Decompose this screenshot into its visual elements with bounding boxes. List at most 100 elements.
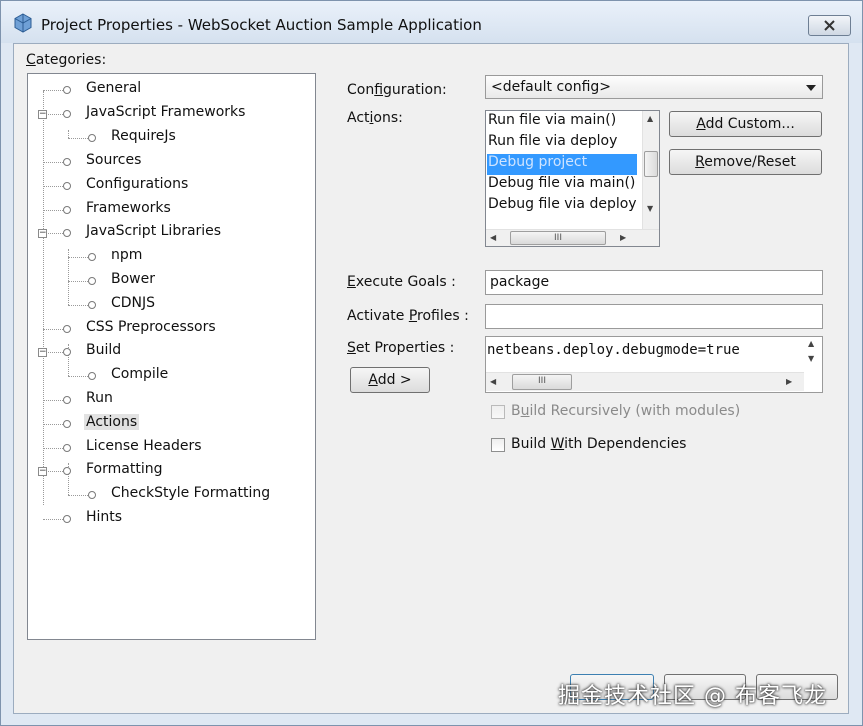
tree-item-actions[interactable]: Actions bbox=[28, 414, 315, 436]
tree-item-label: RequireJs bbox=[111, 128, 176, 144]
tree-connector bbox=[43, 90, 63, 91]
tree-connector bbox=[43, 329, 63, 330]
tree-item-general[interactable]: General bbox=[28, 80, 315, 102]
tree-item-npm[interactable]: npm bbox=[28, 247, 315, 269]
list-item[interactable]: Debug file via deploy bbox=[487, 196, 637, 217]
build-recursively-checkbox[interactable] bbox=[491, 405, 505, 419]
scroll-left-icon[interactable]: ◀ bbox=[490, 377, 496, 386]
tree-node-icon bbox=[63, 86, 71, 94]
activate-profiles-label: Activate Profiles : bbox=[347, 308, 469, 324]
tree-connector bbox=[68, 376, 88, 377]
tree-item-frameworks[interactable]: Frameworks bbox=[28, 200, 315, 222]
list-item[interactable]: Run file via main() bbox=[487, 112, 637, 133]
actions-label: Actions: bbox=[347, 110, 403, 126]
actions-list[interactable]: Run file via main() Run file via deploy … bbox=[485, 110, 660, 247]
tree-connector bbox=[48, 352, 63, 353]
tree-connector bbox=[48, 233, 63, 234]
tree-node-icon bbox=[63, 396, 71, 404]
scroll-up-icon[interactable]: ▲ bbox=[647, 114, 653, 123]
tree-connector bbox=[43, 519, 63, 520]
tree-connector bbox=[43, 162, 63, 163]
tree-item-label: Sources bbox=[86, 152, 142, 168]
tree-item-label: Frameworks bbox=[86, 200, 171, 216]
tree-item-run[interactable]: Run bbox=[28, 390, 315, 412]
horizontal-scrollbar[interactable]: ◀ III ▶ bbox=[486, 229, 659, 246]
tree-item-cdnjs[interactable]: CDNJS bbox=[28, 295, 315, 317]
tree-item-compile[interactable]: Compile bbox=[28, 366, 315, 388]
tree-item-label: CSS Preprocessors bbox=[86, 319, 216, 335]
scrollbar-thumb[interactable] bbox=[644, 151, 658, 177]
tree-item-build[interactable]: − Build bbox=[28, 342, 315, 364]
scroll-left-icon[interactable]: ◀ bbox=[490, 233, 496, 242]
tree-connector bbox=[43, 424, 63, 425]
tree-item-css-preprocessors[interactable]: CSS Preprocessors bbox=[28, 319, 315, 341]
tree-item-label: Actions bbox=[84, 414, 140, 430]
tree-item-label: Compile bbox=[111, 366, 169, 382]
build-with-dependencies-label: Build With Dependencies bbox=[511, 436, 687, 452]
add-custom-button[interactable]: Add Custom... bbox=[669, 111, 822, 137]
window-title: Project Properties - WebSocket Auction S… bbox=[41, 16, 482, 34]
tree-item-javascript-frameworks[interactable]: − JavaScript Frameworks bbox=[28, 104, 315, 126]
tree-item-label: General bbox=[86, 80, 142, 96]
list-item[interactable]: Debug file via main() bbox=[487, 175, 637, 196]
tree-item-label: Build bbox=[86, 342, 122, 358]
collapse-toggle[interactable]: − bbox=[38, 467, 47, 476]
tree-item-formatting[interactable]: − Formatting bbox=[28, 461, 315, 483]
tree-item-checkstyle-formatting[interactable]: CheckStyle Formatting bbox=[28, 485, 315, 507]
scroll-right-icon[interactable]: ▶ bbox=[786, 377, 792, 386]
collapse-toggle[interactable]: − bbox=[38, 110, 47, 119]
tree-item-label: CDNJS bbox=[111, 295, 156, 311]
tree-node-icon bbox=[88, 491, 96, 499]
execute-goals-field[interactable]: package bbox=[485, 270, 823, 295]
configuration-select[interactable]: <default config> bbox=[485, 75, 823, 99]
tree-node-icon bbox=[63, 182, 71, 190]
tree-connector bbox=[43, 400, 63, 401]
tree-item-requirejs[interactable]: RequireJs bbox=[28, 128, 315, 150]
tree-item-label: CheckStyle Formatting bbox=[111, 485, 271, 501]
close-button[interactable] bbox=[808, 15, 851, 36]
add-property-button[interactable]: Add > bbox=[350, 367, 430, 393]
configuration-label: Configuration: bbox=[347, 82, 447, 98]
tree-item-license-headers[interactable]: License Headers bbox=[28, 438, 315, 460]
scroll-down-icon[interactable]: ▼ bbox=[808, 354, 814, 363]
tree-item-bower[interactable]: Bower bbox=[28, 271, 315, 293]
project-properties-dialog: Project Properties - WebSocket Auction S… bbox=[0, 0, 863, 726]
tree-node-icon bbox=[63, 444, 71, 452]
build-with-dependencies-checkbox[interactable] bbox=[491, 438, 505, 452]
collapse-toggle[interactable]: − bbox=[38, 348, 47, 357]
remove-reset-button[interactable]: Remove/Reset bbox=[669, 149, 822, 175]
tree-node-icon bbox=[88, 253, 96, 261]
tree-node-icon bbox=[88, 301, 96, 309]
tree-item-label: License Headers bbox=[86, 438, 202, 454]
tree-node-icon bbox=[63, 348, 71, 356]
tree-node-icon bbox=[88, 134, 96, 142]
tree-connector bbox=[43, 448, 63, 449]
categories-tree[interactable]: General − JavaScript Frameworks RequireJ… bbox=[27, 73, 316, 640]
tree-item-sources[interactable]: Sources bbox=[28, 152, 315, 174]
scroll-up-icon[interactable]: ▲ bbox=[808, 339, 814, 348]
tree-item-hints[interactable]: Hints bbox=[28, 509, 315, 531]
dialog-content: Categories: General − JavaScript Framewo… bbox=[13, 43, 849, 714]
set-properties-area[interactable]: netbeans.deploy.debugmode=true ▲ ▼ ◀ III… bbox=[485, 336, 823, 393]
vertical-scrollbar[interactable]: ▲ ▼ bbox=[642, 111, 659, 229]
execute-goals-label: Execute Goals : bbox=[347, 274, 456, 290]
tree-item-javascript-libraries[interactable]: − JavaScript Libraries bbox=[28, 223, 315, 245]
set-properties-value: netbeans.deploy.debugmode=true bbox=[487, 342, 740, 358]
collapse-toggle[interactable]: − bbox=[38, 229, 47, 238]
list-item-selected[interactable]: Debug project bbox=[487, 154, 637, 175]
tree-item-label: Bower bbox=[111, 271, 155, 287]
scrollbar-thumb[interactable]: III bbox=[510, 231, 606, 245]
tree-node-icon bbox=[88, 372, 96, 380]
configuration-value: <default config> bbox=[491, 79, 612, 95]
title-bar[interactable]: Project Properties - WebSocket Auction S… bbox=[1, 1, 862, 43]
chevron-down-icon bbox=[806, 85, 816, 91]
activate-profiles-field[interactable] bbox=[485, 304, 823, 329]
list-item[interactable]: Run file via deploy bbox=[487, 133, 637, 154]
scroll-right-icon[interactable]: ▶ bbox=[620, 233, 626, 242]
horizontal-scrollbar[interactable]: ◀ III ▶ bbox=[486, 372, 804, 391]
tree-item-configurations[interactable]: Configurations bbox=[28, 176, 315, 198]
tree-connector bbox=[68, 305, 88, 306]
set-properties-label: Set Properties : bbox=[347, 340, 455, 356]
scrollbar-thumb[interactable]: III bbox=[512, 374, 572, 390]
scroll-down-icon[interactable]: ▼ bbox=[647, 204, 653, 213]
